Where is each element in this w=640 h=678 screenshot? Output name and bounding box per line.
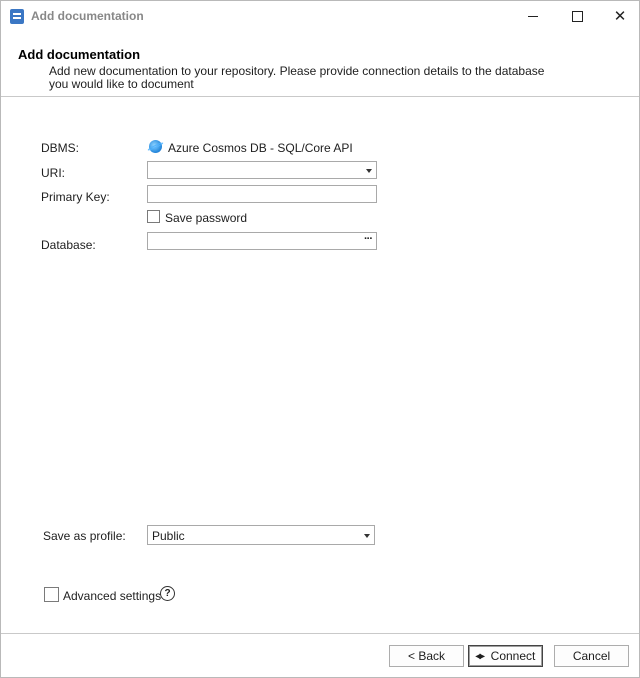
- save-password-label[interactable]: Save password: [165, 211, 247, 225]
- close-icon: ✕: [613, 8, 627, 25]
- primary-key-input[interactable]: [147, 185, 377, 203]
- uri-dropdown[interactable]: [147, 161, 377, 179]
- footer-divider: [1, 633, 639, 634]
- maximize-icon: [571, 11, 583, 22]
- connect-button-label: Connect: [490, 649, 536, 663]
- help-icon[interactable]: ?: [160, 586, 175, 601]
- header-divider: [1, 96, 639, 97]
- add-documentation-dialog: Add documentation ✕ Add documentation Ad…: [0, 0, 640, 678]
- profile-value: Public: [152, 529, 185, 543]
- window-title: Add documentation: [31, 9, 144, 23]
- uri-label: URI:: [41, 166, 65, 180]
- connect-button[interactable]: ◂▸ Connect: [468, 645, 543, 667]
- database-input[interactable]: ···: [147, 232, 377, 250]
- dbms-value: Azure Cosmos DB - SQL/Core API: [168, 141, 353, 155]
- azure-cosmos-db-icon: [149, 140, 162, 153]
- database-label: Database:: [41, 238, 96, 252]
- dbms-label: DBMS:: [41, 141, 80, 155]
- plug-connect-icon: ◂▸: [475, 650, 485, 662]
- close-button[interactable]: ✕: [598, 1, 640, 32]
- maximize-button[interactable]: [555, 1, 599, 32]
- page-title: Add documentation: [18, 47, 141, 62]
- minimize-button[interactable]: [511, 1, 555, 32]
- profile-label: Save as profile:: [43, 529, 126, 543]
- chevron-down-icon: [366, 169, 372, 173]
- advanced-settings-checkbox[interactable]: [44, 587, 59, 602]
- browse-ellipsis-icon[interactable]: ···: [364, 233, 373, 245]
- title-bar: Add documentation ✕: [1, 1, 639, 32]
- primary-key-label: Primary Key:: [41, 190, 110, 204]
- app-icon: [10, 9, 24, 24]
- cancel-button-label: Cancel: [572, 649, 611, 663]
- minimize-icon: [528, 16, 538, 17]
- save-password-checkbox[interactable]: [147, 210, 160, 223]
- page-description: Add new documentation to your repository…: [49, 64, 545, 91]
- chevron-down-icon: [364, 534, 370, 538]
- back-button[interactable]: < Back: [389, 645, 464, 667]
- advanced-settings-label[interactable]: Advanced settings: [63, 589, 161, 603]
- profile-dropdown[interactable]: Public: [147, 525, 375, 545]
- back-button-label: < Back: [407, 649, 446, 663]
- cancel-button[interactable]: Cancel: [554, 645, 629, 667]
